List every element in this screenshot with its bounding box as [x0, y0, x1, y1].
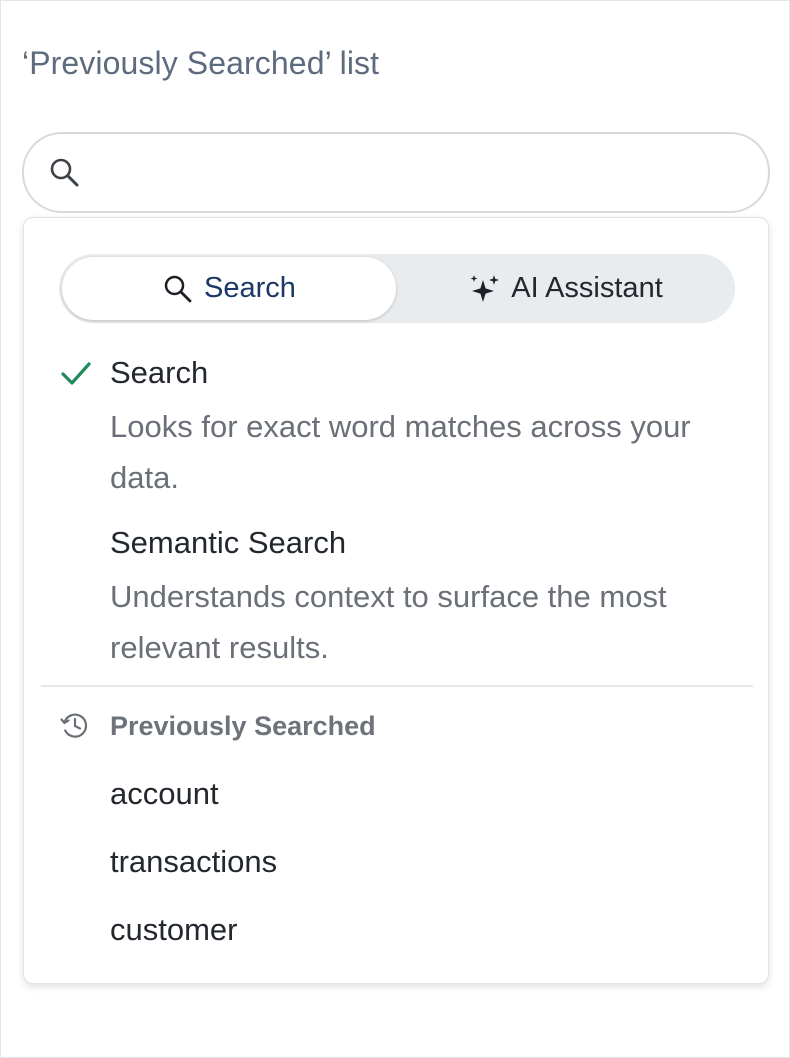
- search-bar[interactable]: [22, 132, 770, 213]
- panel-frame: ‘Previously Searched’ list Search AI Ass…: [0, 0, 790, 1058]
- history-item[interactable]: customer: [110, 910, 237, 950]
- tab-ai-assistant[interactable]: AI Assistant: [397, 254, 735, 323]
- history-item[interactable]: account: [110, 774, 219, 814]
- tab-search[interactable]: Search: [62, 257, 396, 320]
- sparkles-icon: [470, 274, 500, 302]
- history-heading: Previously Searched: [110, 711, 376, 741]
- search-input[interactable]: [96, 148, 746, 198]
- divider: [41, 685, 753, 687]
- tab-ai-assistant-label: AI Assistant: [511, 272, 663, 304]
- option-title: Search: [110, 355, 209, 390]
- history-item[interactable]: transactions: [110, 842, 277, 882]
- option-description: Looks for exact word matches across your…: [110, 409, 691, 495]
- option-description: Understands context to surface the most …: [110, 579, 667, 665]
- section-title: ‘Previously Searched’ list: [22, 45, 380, 81]
- search-mode-toggle: Search AI Assistant: [59, 254, 735, 323]
- search-icon: [164, 275, 192, 302]
- search-dropdown: Search AI Assistant Search Looks for exa…: [23, 217, 769, 984]
- option-title: Semantic Search: [110, 525, 347, 560]
- search-icon: [50, 158, 79, 187]
- history-header: Previously Searched: [24, 706, 770, 746]
- history-icon: [60, 713, 88, 738]
- tab-search-label: Search: [204, 272, 296, 304]
- check-icon: [61, 362, 91, 385]
